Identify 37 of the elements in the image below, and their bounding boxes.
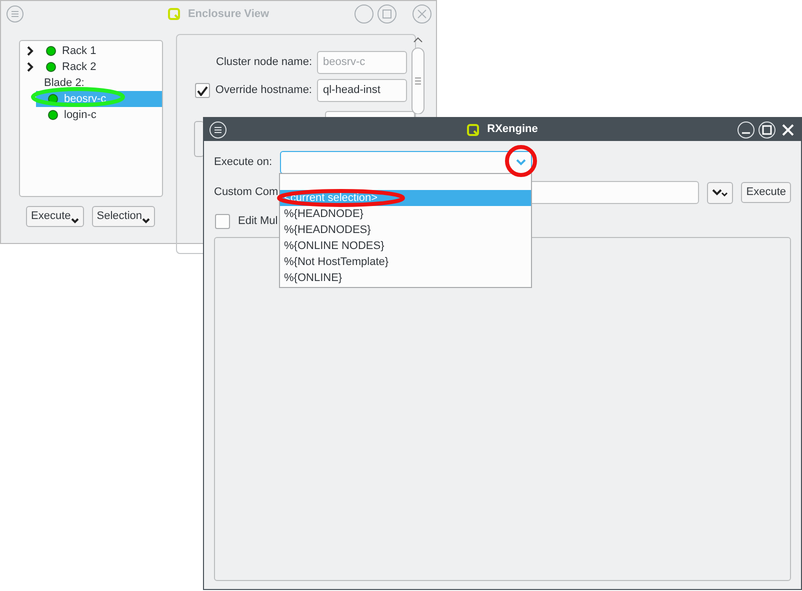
window-title: RXengine (487, 122, 538, 138)
tree-label: Rack 2 (62, 60, 96, 75)
checkbox[interactable] (195, 83, 210, 98)
dropdown-option[interactable]: %{Not HostTemplate} (280, 254, 531, 270)
field-label: Execute on: (214, 155, 272, 170)
tree-label: Blade 2: (44, 76, 84, 91)
dropdown-option[interactable]: %{HEADNODES} (280, 222, 531, 238)
checkbox-label: Edit Mul (238, 214, 278, 229)
app-logo-icon (467, 124, 480, 136)
dropdown-option[interactable]: %{ONLINE} (280, 270, 531, 286)
dropdown-button[interactable] (707, 182, 734, 204)
tree-label: beosrv-c (64, 92, 106, 107)
field-label: Cluster node name: (216, 55, 312, 70)
app-logo-icon (168, 8, 180, 20)
input-field[interactable]: ql-head-inst (317, 79, 407, 102)
check-icon (197, 86, 208, 96)
caret-icon (712, 188, 728, 196)
field-label: Custom Com (214, 185, 278, 200)
field-label: Override hostname: (215, 83, 312, 98)
tree-item[interactable]: Rack 2 (20, 59, 162, 75)
chevron-down-icon (516, 159, 526, 166)
highlight-ring (503, 143, 539, 179)
tree-label: Rack 1 (62, 44, 96, 59)
tree-label: login-c (64, 108, 96, 123)
combo-box[interactable] (280, 151, 532, 174)
caret-icon (70, 218, 79, 224)
tree-item[interactable]: login-c (36, 107, 162, 123)
window-title: Enclosure View (188, 6, 270, 22)
dropdown-option[interactable]: %{HEADNODE} (280, 206, 531, 222)
execute-button[interactable]: Execute (741, 182, 791, 203)
tree-item[interactable]: Rack 1 (20, 43, 162, 59)
menu-button[interactable]: Execute (26, 206, 84, 227)
tree-item[interactable]: Blade 2: (20, 75, 162, 91)
dropdown-option[interactable]: %{ONLINE NODES} (280, 238, 531, 254)
checkbox[interactable] (215, 214, 230, 228)
caret-icon (142, 218, 150, 224)
menu-button[interactable]: Selection (92, 206, 156, 227)
